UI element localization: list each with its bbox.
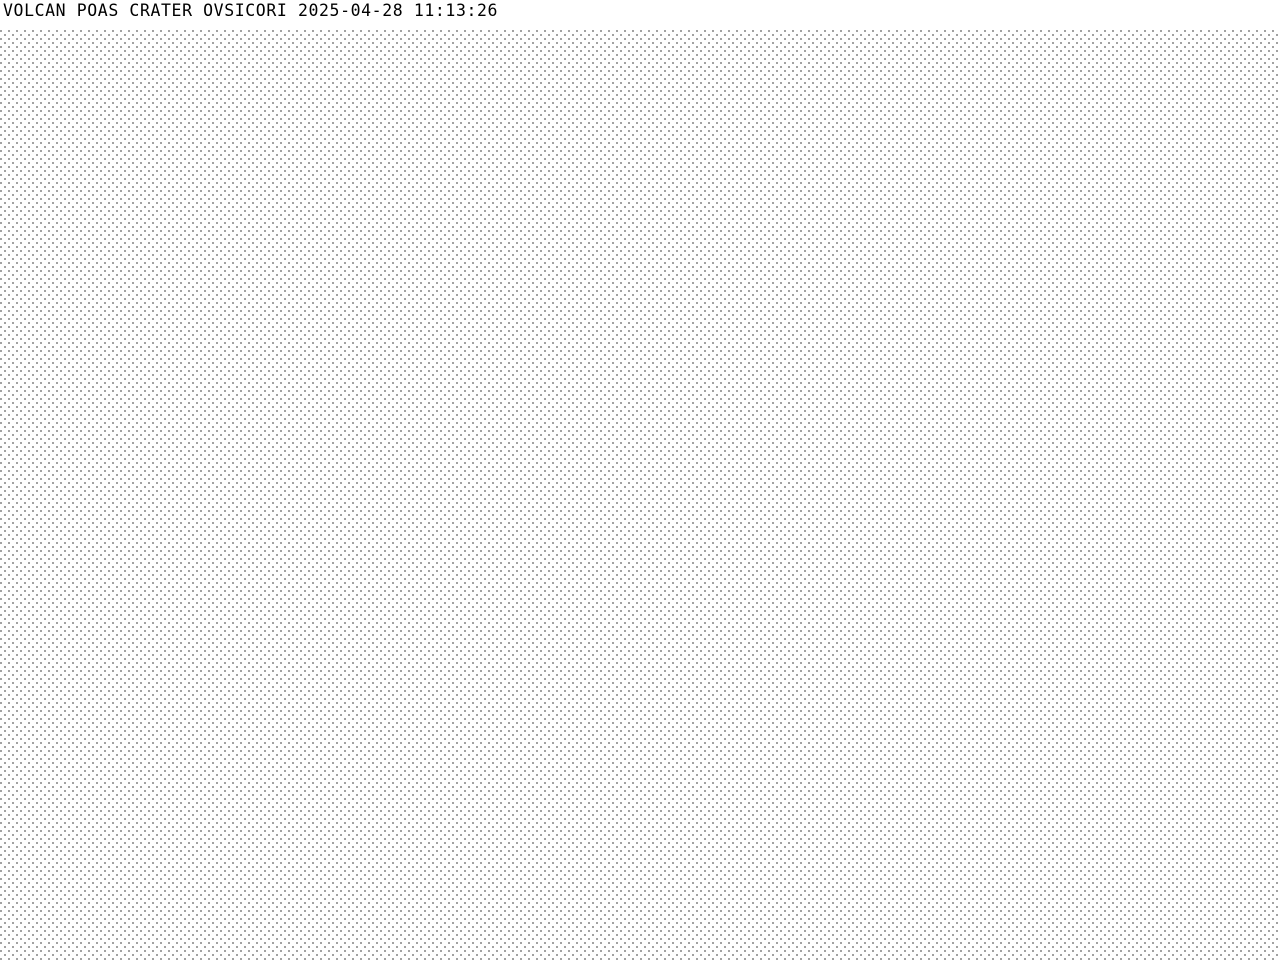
webcam-frame: VOLCAN POAS CRATER OVSICORI 2025-04-28 1… (0, 0, 1280, 960)
dithered-image-area (0, 30, 1280, 960)
camera-caption-overlay: VOLCAN POAS CRATER OVSICORI 2025-04-28 1… (3, 1, 499, 21)
